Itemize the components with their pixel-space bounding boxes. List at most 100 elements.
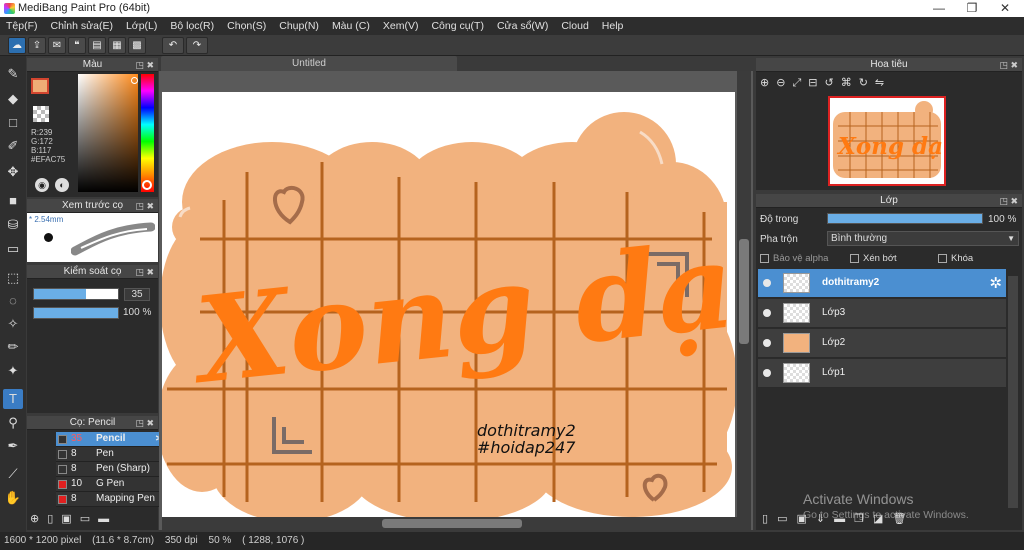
- zoom-fit-icon[interactable]: ⤢: [792, 77, 808, 89]
- menu-layer[interactable]: Lớp(L): [126, 20, 157, 32]
- panel-pin-icon[interactable]: ◳ ✖: [999, 194, 1018, 208]
- flip-icon[interactable]: ⇋: [875, 77, 891, 89]
- menu-cloud[interactable]: Cloud: [561, 20, 588, 32]
- eraser-tool-icon[interactable]: ◆: [3, 89, 23, 109]
- select-rect-icon[interactable]: ⬚: [3, 268, 23, 288]
- color-set-icon[interactable]: ◐: [55, 178, 69, 192]
- vertical-scroll-thumb[interactable]: [739, 239, 749, 344]
- copy-layer-icon[interactable]: ▭: [777, 513, 796, 525]
- rotate-right-icon[interactable]: ↻: [859, 77, 875, 89]
- fill-rect-icon[interactable]: ■: [3, 191, 23, 211]
- gradient-tool-icon[interactable]: ▭: [3, 239, 23, 259]
- zoom-actual-icon[interactable]: ⊟: [808, 77, 824, 89]
- menu-file[interactable]: Tệp(F): [6, 20, 38, 32]
- horizontal-scroll-thumb[interactable]: [382, 519, 522, 528]
- brush-item[interactable]: 8 Pen (Sharp): [56, 462, 168, 477]
- share-icon[interactable]: ⇪: [28, 37, 46, 54]
- canvas-vertical-scrollbar[interactable]: [737, 71, 751, 530]
- select-eraser-icon[interactable]: ✦: [3, 361, 23, 381]
- rect-tool-icon[interactable]: □: [3, 113, 23, 133]
- text-tool-icon[interactable]: T: [3, 389, 23, 409]
- brush-tool-icon[interactable]: ✎: [3, 64, 23, 84]
- transparent-swatch[interactable]: [33, 106, 49, 122]
- comment-icon[interactable]: ✉: [48, 37, 66, 54]
- brush-opacity-slider[interactable]: [33, 307, 119, 319]
- folder-icon[interactable]: ▬: [98, 513, 117, 525]
- menu-help[interactable]: Help: [602, 20, 624, 32]
- brush-item[interactable]: 8 Pen: [56, 447, 168, 462]
- redo-icon[interactable]: ↷: [186, 37, 208, 54]
- brush-size-slider[interactable]: [33, 288, 119, 300]
- zoom-in-icon[interactable]: ⊕: [760, 77, 776, 89]
- protect-alpha-checkbox[interactable]: Bảo vệ alpha: [760, 253, 828, 264]
- new-brush-icon[interactable]: ▯: [47, 513, 61, 525]
- canvas-horizontal-scrollbar[interactable]: [162, 517, 737, 530]
- checkbox-box[interactable]: [938, 253, 947, 263]
- eyedropper-icon[interactable]: ⟋: [3, 464, 23, 484]
- panel-icon[interactable]: ▦: [108, 37, 126, 54]
- menu-select[interactable]: Chọn(S): [227, 20, 266, 32]
- layer-row[interactable]: dothitramy2 ✲: [758, 269, 1006, 298]
- layer-list-scrollbar[interactable]: [1008, 276, 1018, 508]
- primary-color-swatch[interactable]: [31, 78, 49, 94]
- panel-pin-icon[interactable]: ◳ ✖: [135, 416, 154, 430]
- brush-menu-icon[interactable]: ▣: [61, 513, 79, 525]
- hue-cursor[interactable]: [142, 180, 152, 190]
- hue-slider[interactable]: [141, 74, 154, 192]
- close-button[interactable]: ✕: [988, 0, 1022, 17]
- visibility-icon[interactable]: [763, 339, 771, 347]
- copy-brush-icon[interactable]: ▭: [80, 513, 98, 525]
- gear-icon[interactable]: ✲: [989, 274, 1002, 292]
- drawing-canvas[interactable]: Xong dạn dothitramy2 #hoidap247: [162, 92, 735, 517]
- menu-filter[interactable]: Bộ lọc(R): [170, 20, 214, 32]
- menu-edit[interactable]: Chỉnh sửa(E): [51, 20, 113, 32]
- navigator-thumbnail[interactable]: Xong dạn: [828, 96, 960, 186]
- panel-pin-icon[interactable]: ◳ ✖: [135, 265, 154, 279]
- layer-row[interactable]: Lớp2: [758, 329, 1006, 358]
- visibility-icon[interactable]: [763, 369, 771, 377]
- blend-mode-select[interactable]: Bình thường ▼: [827, 231, 1019, 246]
- document-icon[interactable]: ▤: [88, 37, 106, 54]
- panel-pin-icon[interactable]: ◳ ✖: [999, 58, 1018, 72]
- visibility-icon[interactable]: [763, 279, 771, 287]
- grid-icon[interactable]: ▩: [128, 37, 146, 54]
- cloud-icon[interactable]: ☁: [8, 37, 26, 54]
- brush-item[interactable]: 35 Pencil ✲: [56, 432, 168, 447]
- add-brush-icon[interactable]: ⊕: [30, 513, 47, 525]
- picker-cursor[interactable]: [131, 77, 138, 84]
- panel-pin-icon[interactable]: ◳ ✖: [135, 199, 154, 213]
- rotate-left-icon[interactable]: ↺: [824, 77, 840, 89]
- bucket-tool-icon[interactable]: ⛁: [3, 215, 23, 235]
- panel-pin-icon[interactable]: ◳ ✖: [135, 58, 154, 72]
- pen-tool-icon[interactable]: ✐: [3, 136, 23, 156]
- layer-row[interactable]: Lớp1: [758, 359, 1006, 388]
- menu-color[interactable]: Màu (C): [332, 20, 370, 32]
- select-pen-icon[interactable]: ✏: [3, 337, 23, 357]
- maximize-button[interactable]: ❐: [955, 0, 989, 17]
- zoom-out-icon[interactable]: ⊖: [776, 77, 792, 89]
- hand-tool-icon[interactable]: ✋: [3, 488, 23, 508]
- menu-tools[interactable]: Công cụ(T): [431, 20, 484, 32]
- canvas-tab[interactable]: Untitled: [161, 56, 457, 71]
- saturation-value-picker[interactable]: [78, 74, 138, 192]
- checkbox-box[interactable]: [760, 253, 769, 263]
- menu-snap[interactable]: Chụp(N): [279, 20, 319, 32]
- move-tool-icon[interactable]: ✥: [3, 162, 23, 182]
- layer-row[interactable]: Lớp3: [758, 299, 1006, 328]
- lasso-tool-icon[interactable]: ◌: [3, 291, 23, 311]
- undo-icon[interactable]: ↶: [162, 37, 184, 54]
- brush-item[interactable]: 10 G Pen: [56, 477, 168, 492]
- checkbox-box[interactable]: [850, 253, 859, 263]
- layer-opacity-slider[interactable]: [827, 213, 983, 224]
- minimize-button[interactable]: —: [922, 0, 956, 17]
- visibility-icon[interactable]: [763, 309, 771, 317]
- clipping-checkbox[interactable]: Xén bớt: [850, 253, 897, 264]
- chat-icon[interactable]: ❝: [68, 37, 86, 54]
- new-layer-icon[interactable]: ▯: [762, 513, 777, 525]
- hand-select-icon[interactable]: ⚲: [3, 413, 23, 433]
- menu-view[interactable]: Xem(V): [383, 20, 419, 32]
- brush-size-value[interactable]: 35: [124, 288, 150, 301]
- palette-icon[interactable]: ◉: [35, 178, 49, 192]
- pen-line-icon[interactable]: ✒: [3, 436, 23, 456]
- lock-checkbox[interactable]: Khóa: [938, 253, 973, 264]
